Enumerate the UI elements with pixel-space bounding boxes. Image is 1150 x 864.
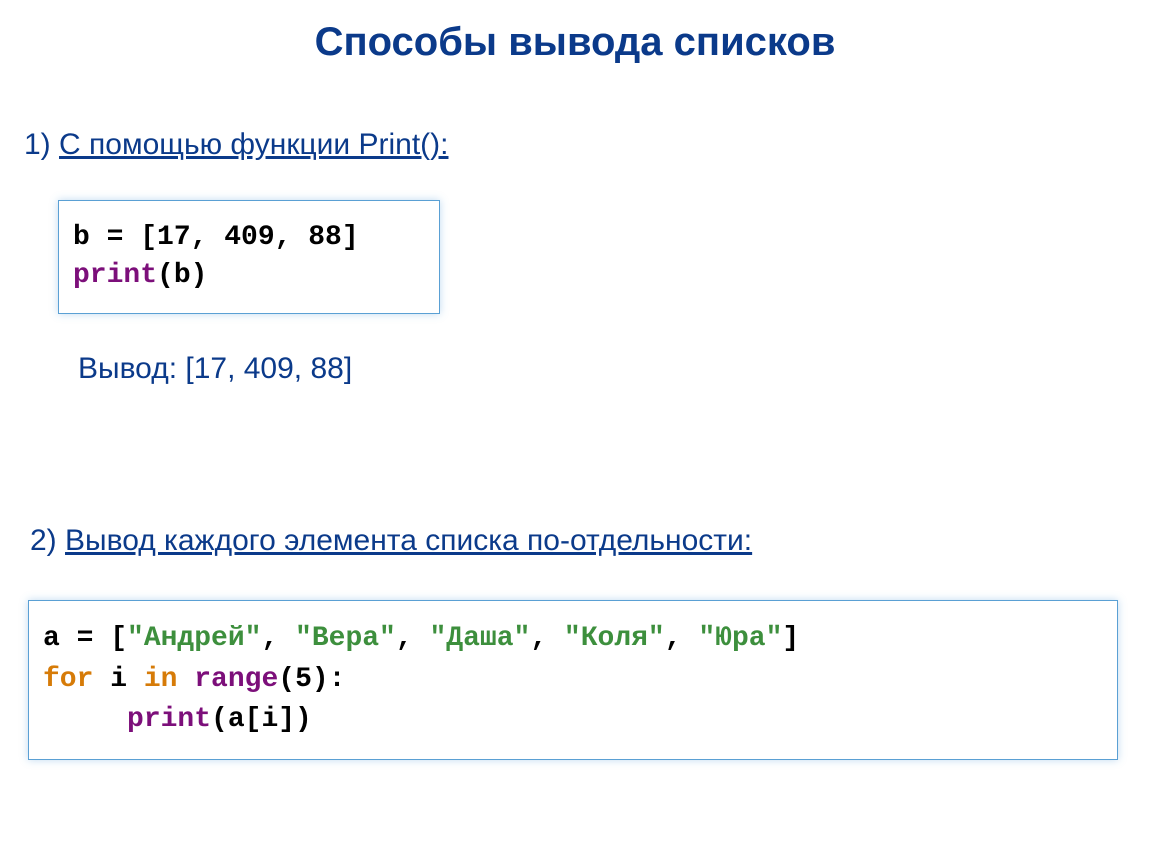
code2-l1-k: ] [782, 623, 799, 654]
code2-for-var: i [110, 664, 144, 695]
code2-print-args: (a[i]) [211, 704, 312, 735]
section-1-text: С помощью функции Print(): [59, 128, 448, 161]
section-1-number: 1) [24, 128, 59, 161]
section-2-number: 2) [30, 524, 65, 557]
code2-l1-a: a = [ [43, 623, 127, 654]
code2-range-keyword: range [194, 664, 278, 695]
code-block-2: a = ["Андрей", "Вера", "Даша", "Коля", "… [28, 600, 1118, 760]
code2-l1-e: , [396, 623, 430, 654]
code2-l1-str1: "Андрей" [127, 623, 261, 654]
code2-l1-g: , [530, 623, 564, 654]
code-block-1: b = [17, 409, 88] print(b) [58, 200, 440, 314]
code2-l1-str5: "Юра" [698, 623, 782, 654]
code2-l1-str2: "Вера" [295, 623, 396, 654]
code1-print-keyword: print [73, 260, 157, 291]
output-text-1: Вывод: [17, 409, 88] [78, 352, 352, 386]
code2-range-args: (5): [278, 664, 345, 695]
code2-l1-c: , [261, 623, 295, 654]
section-2-text: Вывод каждого элемента списка по-отдельн… [65, 524, 752, 557]
code2-in-keyword: in [144, 664, 194, 695]
code2-l1-str3: "Даша" [429, 623, 530, 654]
code2-l1-i: , [665, 623, 699, 654]
code1-line1: b = [17, 409, 88] [73, 222, 359, 253]
section-1-heading: 1) С помощью функции Print(): [24, 128, 448, 162]
code2-l1-str4: "Коля" [564, 623, 665, 654]
slide-title: Способы вывода списков [0, 20, 1150, 65]
code2-for-keyword: for [43, 664, 110, 695]
section-2-heading: 2) Вывод каждого элемента списка по-отде… [30, 524, 752, 558]
code2-indent [43, 704, 127, 735]
code1-print-args: (b) [157, 260, 207, 291]
code2-print-keyword: print [127, 704, 211, 735]
